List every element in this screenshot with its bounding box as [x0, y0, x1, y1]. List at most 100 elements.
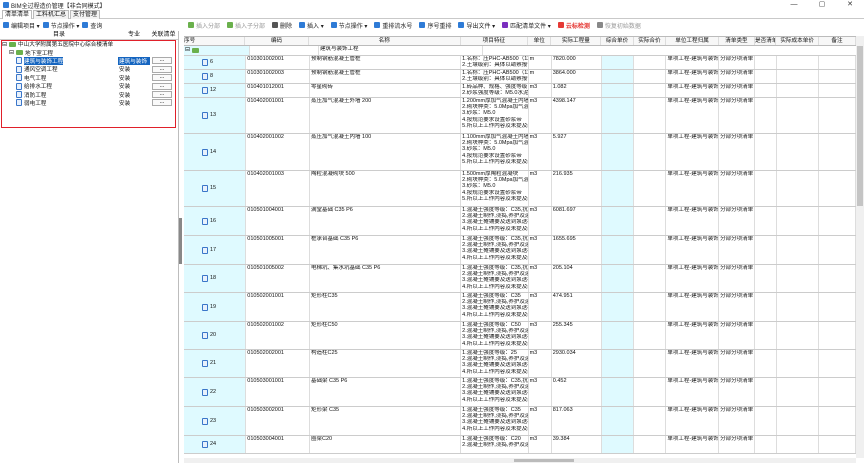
row-total-price[interactable]: [634, 407, 667, 435]
row-is-bill[interactable]: [755, 378, 777, 406]
row-total-price[interactable]: [634, 350, 667, 377]
row-is-bill[interactable]: [755, 56, 777, 69]
bill-row[interactable]: 16 010501004001 满堂基础 C35 P6 1.混凝土强度等级：C35,抗…: [184, 207, 856, 236]
row-is-bill[interactable]: [755, 293, 777, 321]
row-code[interactable]: 010501005001: [246, 236, 310, 264]
scrollbar-thumb[interactable]: [857, 46, 863, 206]
row-cost-price[interactable]: [777, 98, 820, 133]
tab-payment[interactable]: 支付管理: [70, 10, 101, 19]
row-unit-project[interactable]: 单项工程-建筑与装饰: [666, 98, 720, 133]
grid-header-bill-type[interactable]: 清单类型: [719, 37, 756, 45]
grid-header-features[interactable]: 项目特征: [461, 37, 529, 45]
row-bill-type[interactable]: 分部分项清单: [719, 84, 756, 97]
row-cost-price[interactable]: [777, 265, 820, 292]
row-bill-type[interactable]: 分部分项清单: [719, 350, 756, 377]
row-unit[interactable]: m3: [529, 134, 552, 170]
row-code[interactable]: 010502002001: [246, 350, 310, 377]
row-cost-price[interactable]: [777, 236, 820, 264]
row-name[interactable]: 电梯坑、集水坑基础 C35 P6: [310, 265, 462, 292]
row-remark[interactable]: [819, 207, 856, 235]
row-is-bill[interactable]: [755, 70, 777, 83]
row-code[interactable]: 010503001001: [246, 378, 310, 406]
row-remark[interactable]: [819, 265, 856, 292]
row-bill-type[interactable]: 分部分项清单: [719, 98, 756, 133]
row-unit-price[interactable]: [601, 265, 635, 292]
row-unit-price[interactable]: [601, 70, 635, 83]
row-code[interactable]: 010402001002: [246, 134, 310, 170]
row-code[interactable]: 010401012001: [246, 84, 310, 97]
row-code[interactable]: 010301002001: [246, 56, 310, 69]
bill-row[interactable]: 8 010301002003 预制钢筋混凝土管桩 1.名称：压PHC-AB500（12…: [184, 70, 856, 84]
row-name[interactable]: 圈梁C20: [310, 436, 462, 453]
row-remark[interactable]: [819, 236, 856, 264]
row-unit[interactable]: m3: [529, 207, 552, 235]
row-unit[interactable]: m3: [529, 407, 552, 435]
row-remark[interactable]: [819, 56, 856, 69]
row-bill-type[interactable]: 分部分项清单: [719, 207, 756, 235]
row-quantity[interactable]: 0.452: [552, 378, 602, 406]
row-unit-project[interactable]: 单项工程-建筑与装饰: [666, 322, 720, 349]
row-remark[interactable]: [819, 378, 856, 406]
row-remark[interactable]: [819, 84, 856, 97]
row-bill-type[interactable]: 分部分项清单: [719, 56, 756, 69]
row-name[interactable]: 矩形柱C50: [310, 322, 462, 349]
row-unit[interactable]: m3: [529, 236, 552, 264]
row-unit-project[interactable]: 单项工程-建筑与装饰: [666, 70, 720, 83]
row-unit[interactable]: m3: [529, 98, 552, 133]
bill-row[interactable]: 17 010501005001 桩承台基础 C35 P6 1.混凝土强度等级：C35,…: [184, 236, 856, 265]
row-quantity[interactable]: 255.345: [552, 322, 602, 349]
row-unit-project[interactable]: 单项工程-建筑与装饰: [666, 56, 720, 69]
row-quantity[interactable]: 216.935: [552, 171, 602, 206]
row-bill-type[interactable]: 分部分项清单: [719, 378, 756, 406]
row-unit-project[interactable]: 单项工程-建筑与装饰: [666, 236, 720, 264]
bill-row[interactable]: 19 010502001001 矩形柱C35 1.混凝土强度等级：C35 2.混凝土制作…: [184, 293, 856, 322]
row-cost-price[interactable]: [777, 322, 820, 349]
row-features[interactable]: 1.混凝土强度等级：25 2.混凝土制作,浇捣,养护及运 3.混凝土摊铺要及送到泵送…: [461, 350, 529, 377]
row-unit[interactable]: m3: [529, 378, 552, 406]
row-name[interactable]: 预制钢筋混凝土管桩: [310, 70, 462, 83]
row-total-price[interactable]: [634, 207, 667, 235]
row-name[interactable]: 构造柱C25: [310, 350, 462, 377]
row-name[interactable]: 矩形梁 C35: [310, 407, 462, 435]
grid-header-unit-price[interactable]: 综合单价: [601, 37, 634, 45]
row-name[interactable]: 满堂基础 C35 P6: [310, 207, 462, 235]
row-features[interactable]: 1.混凝土强度等级：C35,抗渗 2.混凝土制作,浇捣,养护及运 3.混凝土摊铺要及…: [461, 265, 529, 292]
bill-row[interactable]: 12 010401012001 零星砌砖 1.砖品种、规格、强度等级： 2.砂浆强度等级…: [184, 84, 856, 98]
row-unit-price[interactable]: [601, 407, 635, 435]
row-unit-price[interactable]: [601, 134, 635, 170]
left-toolbar-edit-button[interactable]: 编辑项目 ▾: [3, 21, 40, 30]
row-unit-price[interactable]: [601, 207, 635, 235]
row-is-bill[interactable]: [755, 265, 777, 292]
row-total-price[interactable]: [634, 70, 667, 83]
row-unit-project[interactable]: 单项工程-建筑与装饰: [666, 134, 720, 170]
row-features[interactable]: 1.混凝土强度等级：C35,抗渗 2.混凝土制作,浇捣,养护及运 3.混凝土摊铺要及…: [461, 378, 529, 406]
bill-row[interactable]: 20 010502001002 矩形柱C50 1.混凝土强度等级：C50 2.混凝土制作…: [184, 322, 856, 350]
row-name[interactable]: 桩承台基础 C35 P6: [310, 236, 462, 264]
row-unit[interactable]: m3: [529, 293, 552, 321]
row-unit-project[interactable]: 单项工程-建筑与装饰: [666, 265, 720, 292]
row-cost-price[interactable]: [777, 134, 820, 170]
bill-row[interactable]: 24 010503004001 圈梁C20 1.混凝土强度等级：C20 2.混凝土制作,…: [184, 436, 856, 454]
row-unit-project[interactable]: 单项工程-建筑与装饰: [666, 84, 720, 97]
row-unit[interactable]: m3: [529, 436, 552, 453]
row-quantity[interactable]: 1.082: [552, 84, 602, 97]
row-is-bill[interactable]: [755, 350, 777, 377]
left-toolbar-node-button[interactable]: 节点操作 ▾: [42, 21, 79, 30]
row-quantity[interactable]: 205.104: [552, 265, 602, 292]
grid-header-seq[interactable]: 序号: [184, 37, 246, 45]
row-code[interactable]: 010402001003: [246, 171, 310, 206]
row-is-bill[interactable]: [755, 84, 777, 97]
row-unit-price[interactable]: [601, 98, 635, 133]
row-unit-project[interactable]: 单项工程-建筑与装饰: [666, 350, 720, 377]
row-cost-price[interactable]: [777, 84, 820, 97]
row-bill-type[interactable]: 分部分项清单: [719, 265, 756, 292]
bill-row[interactable]: 15 010402001003 陶粒混凝砌块 500 1.500mm厚陶粒混凝块 2.砌…: [184, 171, 856, 207]
toolbar-match-button[interactable]: 匹配清单文件 ▾: [502, 21, 551, 30]
row-unit-project[interactable]: 单项工程-建筑与装饰: [666, 436, 720, 453]
row-bill-type[interactable]: 分部分项清单: [719, 70, 756, 83]
row-bill-type[interactable]: 分部分项清单: [719, 322, 756, 349]
row-features[interactable]: 1.混凝土强度等级：C35 2.混凝土制作,浇捣,养护及运 3.混凝土摊铺要及送到泵…: [461, 293, 529, 321]
maximize-button[interactable]: ▢: [808, 0, 836, 10]
row-quantity[interactable]: 6081.697: [552, 207, 602, 235]
row-unit[interactable]: m: [529, 56, 552, 69]
